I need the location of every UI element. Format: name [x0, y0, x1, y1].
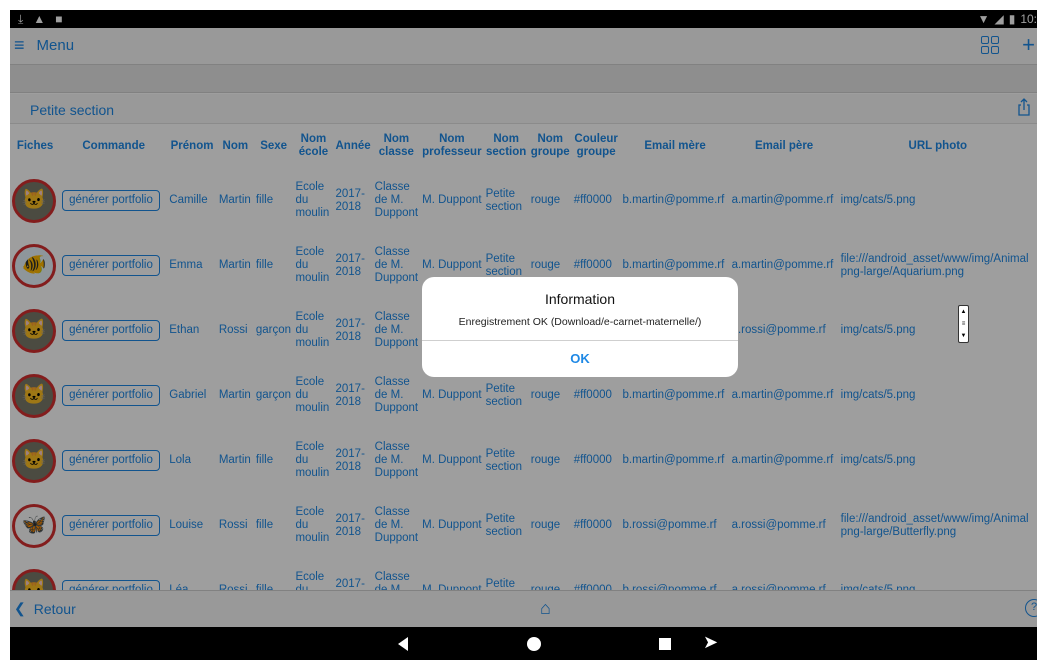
app-screen: ⤓ ▲ ■ ▼ ◢ ▮ 10: ≡ Menu + Petite section: [0, 0, 1037, 660]
dialog-message: Enregistrement OK (Download/e-carnet-mat…: [458, 316, 702, 328]
information-dialog: Information Enregistrement OK (Download/…: [422, 277, 738, 377]
nav-back-icon[interactable]: [398, 637, 408, 651]
nav-home-icon[interactable]: [527, 637, 541, 651]
mouse-cursor-icon: ➤: [703, 632, 719, 652]
dialog-title: Information: [544, 291, 616, 307]
scroll-control[interactable]: ▲ ≡ ▼: [958, 305, 969, 343]
android-navigation-bar: ➤: [10, 627, 1037, 660]
nav-recent-apps-icon[interactable]: [659, 638, 671, 650]
ok-button[interactable]: OK: [422, 341, 738, 377]
